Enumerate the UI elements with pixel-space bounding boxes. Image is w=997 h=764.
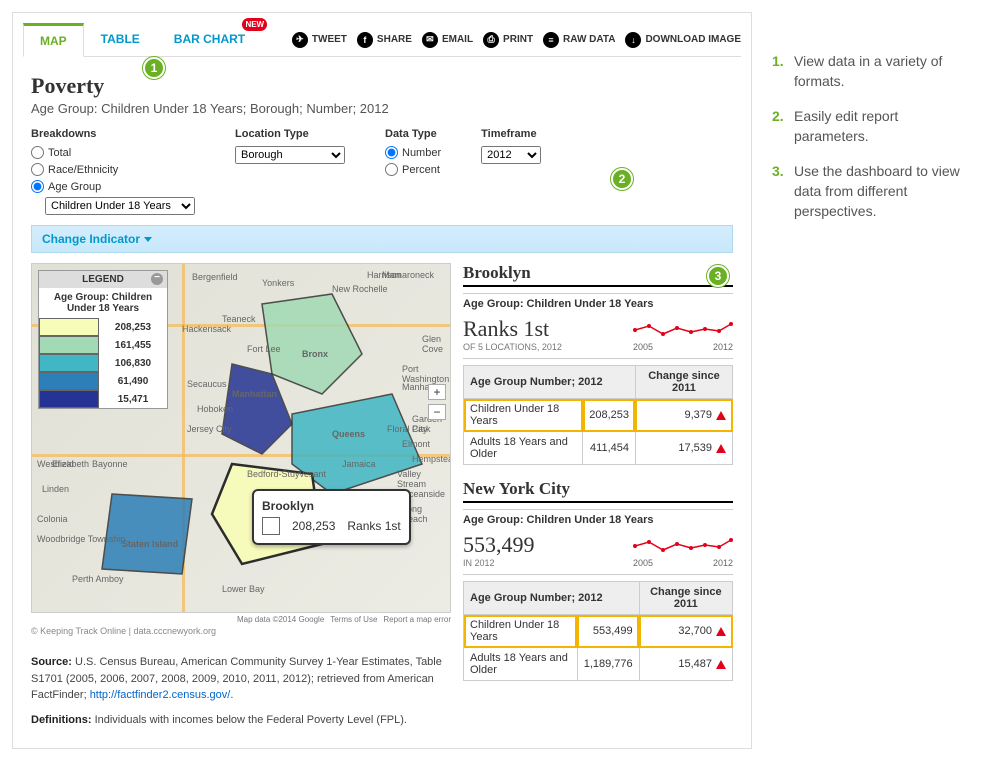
map[interactable]: Paramus Bergenfield Yonkers New Rochelle… (31, 263, 451, 613)
print-button[interactable]: ⎙PRINT (483, 32, 533, 48)
side-note: 2.Easily edit report parameters. (772, 107, 972, 146)
callout-2: 2 (611, 168, 633, 190)
panel-big-value: 553,499 (463, 532, 535, 558)
panel-small-text: OF 5 LOCATIONS, 2012 (463, 342, 562, 352)
tab-barchart[interactable]: BAR CHART NEW (157, 23, 262, 56)
report-error-link[interactable]: Report a map error (383, 615, 451, 624)
panel-title: New York City (463, 479, 733, 503)
chevron-down-icon (144, 237, 152, 242)
arrow-up-icon (716, 411, 726, 420)
map-footer: Map data ©2014 Google Terms of Use Repor… (31, 615, 451, 624)
tooltip-name: Brooklyn (262, 499, 401, 513)
new-badge: NEW (242, 18, 267, 31)
email-button[interactable]: ✉EMAIL (422, 32, 473, 48)
change-indicator-button[interactable]: Change Indicator (31, 225, 733, 253)
side-note: 1.View data in a variety of formats. (772, 52, 972, 91)
tooltip-swatch (262, 517, 280, 535)
legend-collapse-icon[interactable]: − (151, 273, 163, 285)
panel-title: Brooklyn (463, 263, 733, 287)
data-icon: ≡ (543, 32, 559, 48)
source-link[interactable]: http://factfinder2.census.gov/ (90, 689, 231, 701)
panel-small-text: IN 2012 (463, 558, 535, 568)
timeframe-group: Timeframe 2012 (481, 128, 541, 215)
tabs: MAP TABLE BAR CHART NEW (23, 23, 262, 56)
sparkline: 20052012 (633, 316, 733, 352)
sidebar: 1.View data in a variety of formats. 2.Ea… (772, 12, 972, 749)
location-group: Location Type Borough (235, 128, 345, 215)
panel-big-value: Ranks 1st (463, 316, 562, 342)
breakdown-subselect[interactable]: Children Under 18 Years (45, 197, 195, 215)
controls: Breakdowns Total Race/Ethnicity Age Grou… (31, 128, 733, 215)
terms-link[interactable]: Terms of Use (330, 615, 377, 624)
tabs-row: MAP TABLE BAR CHART NEW ✈TWEET fSHARE ✉E… (23, 23, 741, 57)
legend-row: 106,830 (39, 354, 167, 372)
callout-1: 1 (143, 57, 165, 79)
table-row: Adults 18 Years and Older411,45417,539 (464, 432, 733, 465)
breakdown-race[interactable]: Race/Ethnicity (31, 163, 195, 176)
tweet-button[interactable]: ✈TWEET (292, 32, 347, 48)
side-note: 3.Use the dashboard to view data from di… (772, 162, 972, 221)
zoom-out-button[interactable]: − (428, 404, 446, 420)
table-row: Children Under 18 Years553,49932,700 (464, 615, 733, 648)
tooltip-rank: Ranks 1st (347, 519, 400, 533)
legend-row: 15,471 (39, 390, 167, 408)
tab-map[interactable]: MAP (23, 23, 84, 57)
breakdown-age[interactable]: Age Group (31, 180, 195, 193)
arrow-up-icon (716, 660, 726, 669)
arrow-up-icon (716, 627, 726, 636)
timeframe-label: Timeframe (481, 128, 541, 140)
actions-bar: ✈TWEET fSHARE ✉EMAIL ⎙PRINT ≡RAW DATA ↓D… (292, 32, 741, 48)
legend-header: LEGEND− (39, 271, 167, 288)
source-block: Source: U.S. Census Bureau, American Com… (31, 654, 451, 728)
tooltip-value: 208,253 (292, 519, 335, 533)
download-icon: ↓ (625, 32, 641, 48)
rawdata-button[interactable]: ≡RAW DATA (543, 32, 615, 48)
arrow-up-icon (716, 444, 726, 453)
datatype-percent[interactable]: Percent (385, 163, 441, 176)
datatype-label: Data Type (385, 128, 441, 140)
breakdowns-label: Breakdowns (31, 128, 195, 140)
legend: LEGEND− Age Group: Children Under 18 Yea… (38, 270, 168, 409)
page-subtitle: Age Group: Children Under 18 Years; Boro… (31, 101, 733, 116)
datatype-number[interactable]: Number (385, 146, 441, 159)
main-panel: MAP TABLE BAR CHART NEW ✈TWEET fSHARE ✉E… (12, 12, 752, 749)
legend-row: 208,253 (39, 318, 167, 336)
sparkline: 20052012 (633, 532, 733, 568)
breakdown-total[interactable]: Total (31, 146, 195, 159)
map-tooltip: Brooklyn 208,253 Ranks 1st (252, 489, 411, 545)
breakdowns-group: Breakdowns Total Race/Ethnicity Age Grou… (31, 128, 195, 215)
legend-title: Age Group: Children Under 18 Years (39, 288, 167, 318)
callout-3: 3 (707, 265, 729, 287)
location-select[interactable]: Borough (235, 146, 345, 164)
legend-row: 61,490 (39, 372, 167, 390)
table-row: Adults 18 Years and Older1,189,77615,487 (464, 648, 733, 681)
panel-subtitle: Age Group: Children Under 18 Years (463, 293, 733, 310)
share-button[interactable]: fSHARE (357, 32, 412, 48)
zoom-in-button[interactable]: + (428, 384, 446, 400)
side-notes: 1.View data in a variety of formats. 2.Ea… (772, 52, 972, 221)
copyright: © Keeping Track Online | data.cccnewyork… (31, 626, 451, 636)
data-table: Age Group Number; 2012Change since 2011C… (463, 365, 733, 465)
map-column: Paramus Bergenfield Yonkers New Rochelle… (31, 263, 451, 728)
table-row: Children Under 18 Years208,2539,379 (464, 399, 733, 432)
dashboard-column: 3 Brooklyn Age Group: Children Under 18 Y… (463, 263, 733, 728)
datatype-group: Data Type Number Percent (385, 128, 441, 215)
facebook-icon: f (357, 32, 373, 48)
location-label: Location Type (235, 128, 345, 140)
tab-table[interactable]: TABLE (84, 23, 157, 56)
tab-barchart-label: BAR CHART (174, 32, 245, 46)
panel-subtitle: Age Group: Children Under 18 Years (463, 509, 733, 526)
twitter-icon: ✈ (292, 32, 308, 48)
timeframe-select[interactable]: 2012 (481, 146, 541, 164)
print-icon: ⎙ (483, 32, 499, 48)
content: Poverty Age Group: Children Under 18 Yea… (23, 57, 741, 738)
dashboard-panel: New York City Age Group: Children Under 1… (463, 479, 733, 681)
download-button[interactable]: ↓DOWNLOAD IMAGE (625, 32, 741, 48)
email-icon: ✉ (422, 32, 438, 48)
data-table: Age Group Number; 2012Change since 2011C… (463, 581, 733, 681)
dashboard-panel: Brooklyn Age Group: Children Under 18 Yea… (463, 263, 733, 465)
legend-row: 161,455 (39, 336, 167, 354)
page-title: Poverty (31, 73, 733, 99)
